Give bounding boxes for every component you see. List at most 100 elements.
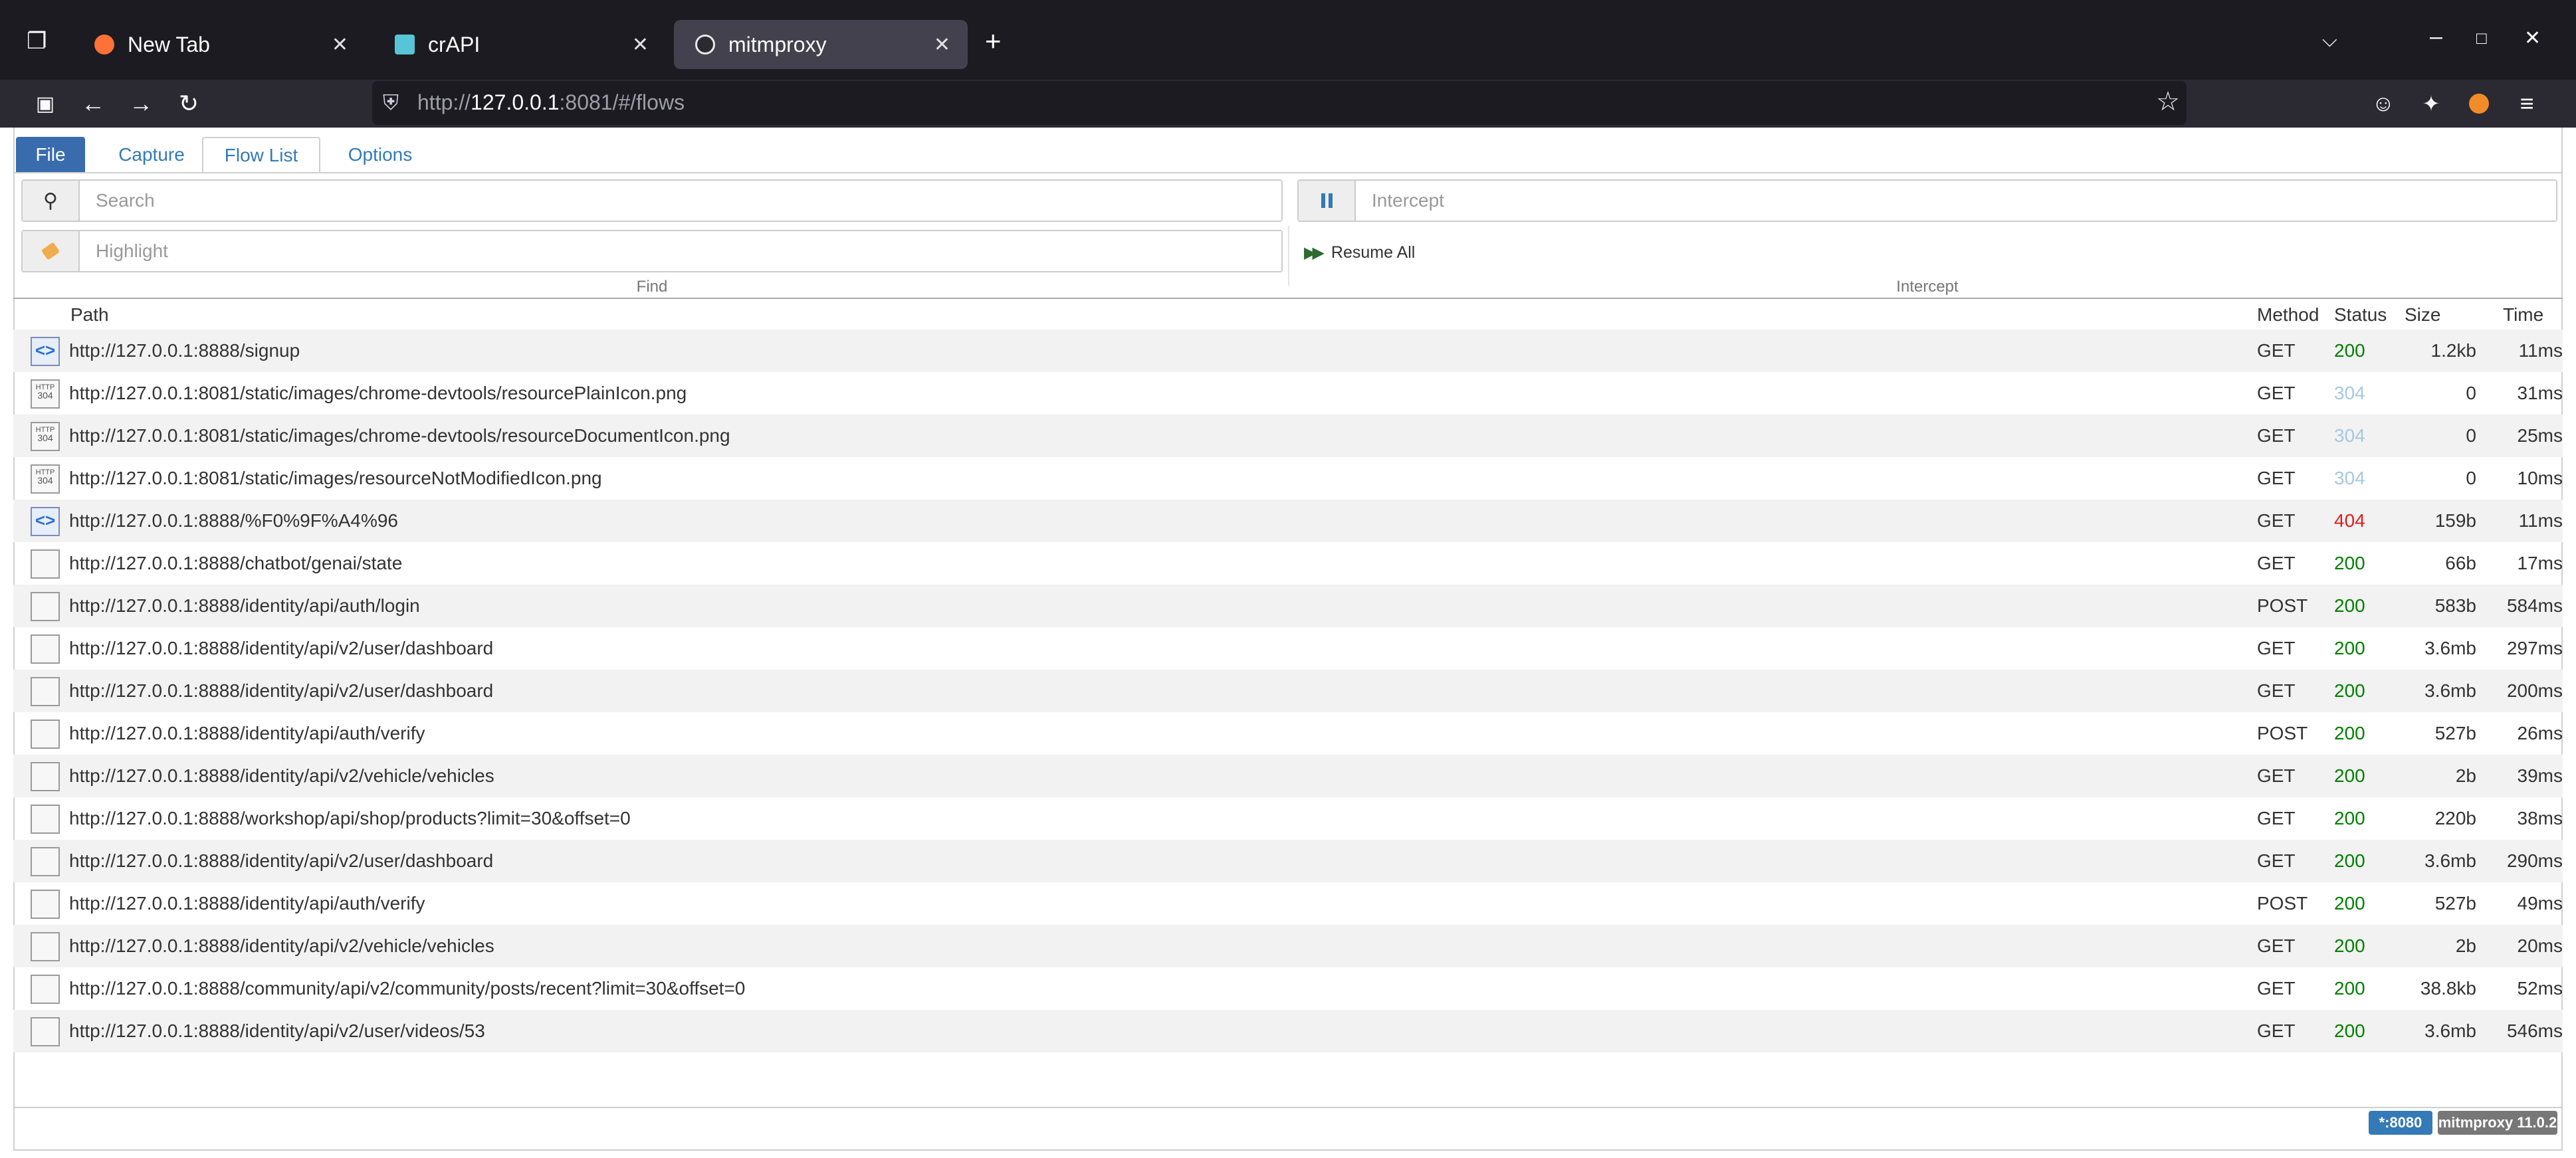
sidebar-icon[interactable]: ▣ [28, 86, 62, 121]
flow-method: GET [2257, 468, 2296, 488]
flow-size: 0 [2466, 383, 2476, 403]
flow-path: http://127.0.0.1:8888/identity/api/v2/ve… [69, 935, 494, 956]
tab-crapi[interactable]: crAPI ✕ [374, 20, 666, 69]
flow-path: http://127.0.0.1:8081/static/images/chro… [69, 383, 687, 403]
highlight-input[interactable] [80, 231, 1281, 271]
table-row[interactable]: http://127.0.0.1:8888/identity/api/v2/us… [13, 627, 2563, 670]
table-row[interactable]: HTTP 304 http://127.0.0.1:8081/static/imag… [13, 457, 2563, 500]
table-row[interactable]: http://127.0.0.1:8888/identity/api/auth/… [13, 712, 2563, 755]
resume-all-button[interactable]: ▶▶ Resume All [1304, 243, 1415, 262]
column-status[interactable]: Status [2334, 304, 2387, 326]
table-row[interactable]: http://127.0.0.1:8888/identity/api/v2/us… [13, 1010, 2563, 1052]
flow-status: 200 [2334, 723, 2365, 743]
shield-icon[interactable]: ⛨ [383, 90, 399, 116]
flow-status: 200 [2334, 765, 2365, 786]
close-window-icon[interactable]: ✕ [2524, 27, 2541, 50]
bookmark-star-icon[interactable]: ☆ [2156, 86, 2180, 117]
table-row[interactable]: <> http://127.0.0.1:8888/%F0%9F%A4%96 GET 4… [13, 500, 2563, 542]
flow-path: http://127.0.0.1:8081/static/images/chro… [69, 425, 730, 446]
table-row[interactable]: http://127.0.0.1:8888/chatbot/genai/stat… [13, 542, 2563, 585]
extension-fox-icon[interactable] [2462, 86, 2496, 121]
not-modified-resource-icon: HTTP 304 [31, 464, 60, 494]
intercept-label: Intercept [1896, 278, 1959, 296]
url-text[interactable]: http://127.0.0.1:8081/#/flows [417, 90, 685, 115]
flow-status: 200 [2334, 553, 2365, 573]
table-row[interactable]: <> http://127.0.0.1:8888/signup GET 200 1.2k… [13, 330, 2563, 372]
flow-method: GET [2257, 850, 2296, 871]
flow-time: 52ms [2517, 978, 2563, 999]
plain-resource-icon [31, 592, 60, 621]
column-time[interactable]: Time [2503, 304, 2543, 326]
tab-capture[interactable]: Capture [93, 137, 210, 173]
flow-status: 200 [2334, 935, 2365, 956]
tab-new-tab[interactable]: New Tab ✕ [73, 20, 366, 69]
reload-icon[interactable]: ↻ [171, 86, 206, 121]
tab-overview-icon[interactable]: ❐ [27, 28, 47, 54]
back-icon[interactable]: ← [76, 86, 110, 121]
search-input[interactable] [80, 181, 1281, 221]
flow-status: 200 [2334, 340, 2365, 361]
pause-icon[interactable] [1299, 181, 1356, 221]
flow-path: http://127.0.0.1:8888/signup [69, 340, 300, 361]
flow-status: 304 [2334, 425, 2365, 446]
close-tab-icon[interactable]: ✕ [632, 33, 649, 56]
flow-method: POST [2257, 893, 2308, 914]
table-row[interactable]: http://127.0.0.1:8888/community/api/v2/c… [13, 967, 2563, 1010]
close-tab-icon[interactable]: ✕ [332, 33, 348, 56]
extensions-icon[interactable]: ✦ [2414, 86, 2448, 121]
table-row[interactable]: http://127.0.0.1:8888/identity/api/v2/us… [13, 670, 2563, 712]
menu-divider [13, 172, 2563, 173]
url-bar[interactable]: ⛨ http://127.0.0.1:8081/#/flows ☆ [372, 81, 2187, 125]
column-path[interactable]: Path [70, 304, 109, 326]
flow-method: GET [2257, 808, 2296, 828]
tab-options[interactable]: Options [326, 137, 435, 173]
column-method[interactable]: Method [2257, 304, 2319, 326]
minimize-icon[interactable]: – [2430, 24, 2442, 50]
close-tab-icon[interactable]: ✕ [934, 33, 950, 56]
plain-resource-icon [31, 634, 60, 664]
flow-status: 304 [2334, 468, 2365, 488]
flow-path: http://127.0.0.1:8888/chatbot/genai/stat… [69, 553, 403, 573]
firefox-icon [94, 35, 114, 54]
table-row[interactable]: HTTP 304 http://127.0.0.1:8081/static/imag… [13, 415, 2563, 457]
table-row[interactable]: http://127.0.0.1:8888/identity/api/v2/us… [13, 840, 2563, 882]
flow-size: 220b [2434, 808, 2476, 828]
table-row[interactable]: http://127.0.0.1:8888/identity/api/v2/ve… [13, 755, 2563, 797]
table-row[interactable]: http://127.0.0.1:8888/workshop/api/shop/… [13, 797, 2563, 840]
plain-resource-icon [31, 847, 60, 876]
forward-icon[interactable]: → [124, 86, 158, 121]
flow-path: http://127.0.0.1:8888/identity/api/v2/us… [69, 680, 494, 701]
maximize-icon[interactable]: □ [2476, 28, 2487, 48]
plain-resource-icon [31, 890, 60, 919]
flow-status: 200 [2334, 893, 2365, 914]
tab-flow-list[interactable]: Flow List [202, 137, 320, 173]
flow-time: 546ms [2506, 1020, 2563, 1041]
flow-size: 3.6mb [2424, 1020, 2476, 1041]
flow-time: 290ms [2506, 850, 2563, 871]
tab-file[interactable]: File [16, 137, 85, 173]
table-row[interactable]: http://127.0.0.1:8888/identity/api/auth/… [13, 585, 2563, 627]
flow-path: http://127.0.0.1:8081/static/images/reso… [69, 468, 602, 488]
list-all-tabs-icon[interactable]: ⌵ [2322, 29, 2337, 52]
table-row[interactable]: http://127.0.0.1:8888/identity/api/v2/ve… [13, 925, 2563, 967]
header-separator [1288, 226, 1289, 286]
flow-time: 49ms [2517, 893, 2563, 914]
table-row[interactable]: http://127.0.0.1:8888/identity/api/auth/… [13, 882, 2563, 925]
flow-time: 39ms [2517, 765, 2563, 786]
flow-time: 38ms [2517, 808, 2563, 828]
menu-icon[interactable]: ≡ [2510, 86, 2544, 121]
plain-resource-icon [31, 677, 60, 706]
intercept-input[interactable] [1356, 181, 2556, 221]
flow-status: 200 [2334, 850, 2365, 871]
browser-tab-bar: ❐ New Tab ✕ crAPI ✕ mitmproxy ✕ + ⌵ – □ … [0, 0, 2576, 90]
flow-path: http://127.0.0.1:8888/community/api/v2/c… [69, 978, 746, 999]
tab-mitmproxy[interactable]: mitmproxy ✕ [674, 20, 968, 69]
account-icon[interactable]: ☺ [2366, 86, 2401, 121]
flow-size: 2b [2455, 765, 2476, 786]
flow-time: 17ms [2517, 553, 2563, 573]
document-resource-icon: <> [31, 507, 60, 536]
not-modified-resource-icon: HTTP 304 [31, 379, 60, 409]
new-tab-icon[interactable]: + [985, 25, 1002, 57]
table-row[interactable]: HTTP 304 http://127.0.0.1:8081/static/imag… [13, 372, 2563, 415]
column-size[interactable]: Size [2405, 304, 2440, 326]
